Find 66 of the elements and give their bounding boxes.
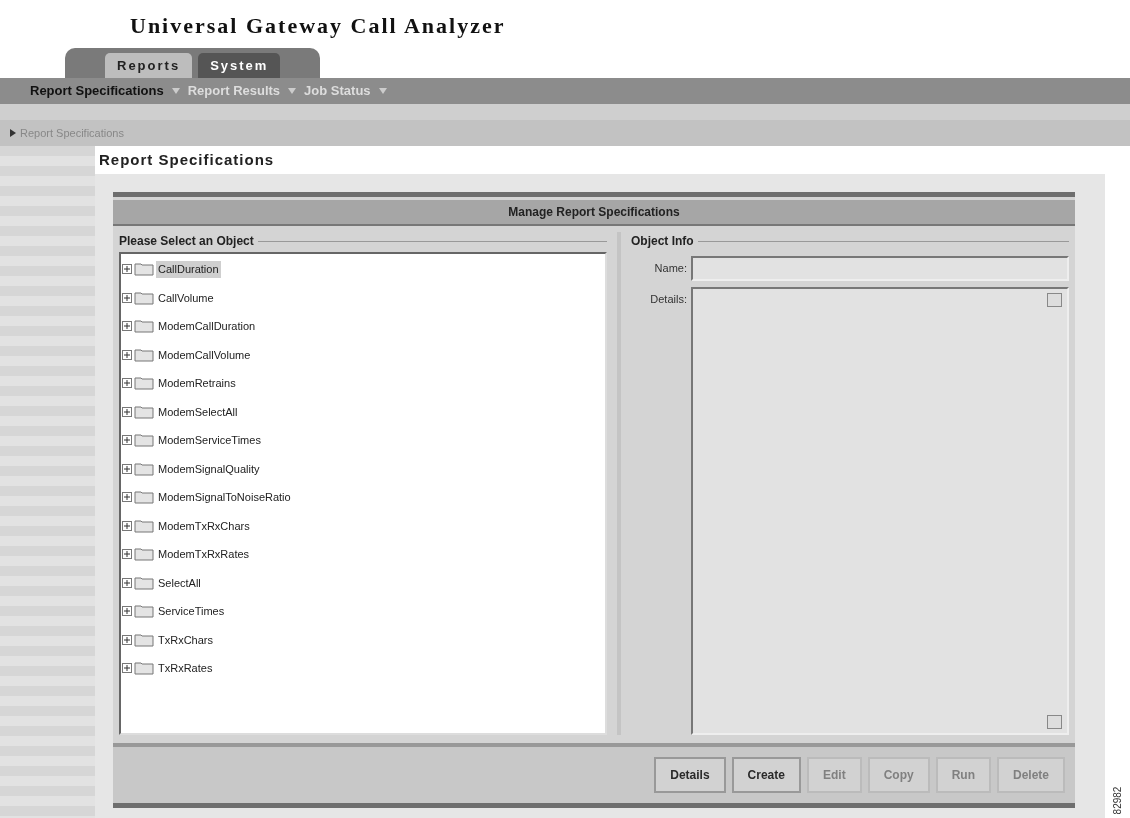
tree-item[interactable]: ModemServiceTimes [156,432,263,449]
page-heading: Report Specifications [99,149,275,170]
tab[interactable]: System [198,53,281,78]
tab[interactable]: Reports [105,53,193,78]
tree-item[interactable]: SelectAll [156,574,203,591]
tree-item[interactable]: ModemSignalToNoiseRatio [156,489,293,506]
tree-item[interactable]: ModemCallDuration [156,318,258,335]
plus-icon[interactable] [122,492,132,503]
tree-item[interactable]: CallVolume [156,289,216,306]
folder-icon [134,433,154,448]
caret-icon [378,88,387,94]
tree-item[interactable]: ServiceTimes [156,603,227,620]
plus-icon[interactable] [122,292,132,303]
panel-title: Manage Report Specifications [508,204,680,221]
tree-item[interactable]: ModemTxRxRates [156,546,252,563]
tree-item[interactable]: ModemCallVolume [156,346,253,363]
tree-legend: Please Select an Object [119,232,254,250]
folder-icon [134,404,154,419]
action-button[interactable]: Details [654,757,726,793]
tree-item[interactable]: ModemSignalQuality [156,460,262,477]
folder-icon [134,604,154,619]
folder-icon [134,347,154,362]
details-field[interactable] [691,287,1069,735]
folder-icon [134,518,154,533]
scroll-down-button[interactable] [1047,715,1062,729]
folder-icon [134,262,154,277]
plus-icon[interactable] [122,378,132,389]
arrow-icon [10,129,16,137]
action-button[interactable]: Create [731,757,801,793]
app-title: Universal Gateway Call Analyzer [130,12,506,40]
folder-icon [134,319,154,334]
plus-icon[interactable] [122,520,132,531]
plus-icon[interactable] [122,606,132,617]
details-label: Details: [649,292,688,307]
folder-icon [134,461,154,476]
tree-item[interactable]: ModemRetrains [156,375,238,392]
folder-icon [134,290,154,305]
plus-icon[interactable] [122,577,132,588]
tree-item[interactable]: TxRxChars [156,631,215,648]
caret-icon [171,88,180,94]
plus-icon[interactable] [122,321,132,332]
folder-icon [134,661,154,676]
plus-icon[interactable] [122,435,132,446]
menu-item[interactable]: Report Specifications [30,81,164,101]
tree-item[interactable]: ModemSelectAll [156,403,240,420]
folder-icon [134,575,154,590]
plus-icon[interactable] [122,406,132,417]
name-field[interactable] [691,256,1069,281]
tree-item[interactable]: TxRxRates [156,660,215,677]
folder-icon [134,490,154,505]
tree-item[interactable]: ModemTxRxChars [156,517,252,534]
name-label: Name: [653,261,688,277]
info-legend: Object Info [631,232,694,250]
folder-icon [134,632,154,647]
tree-item[interactable]: CallDuration [156,261,221,278]
caret-icon [288,88,297,94]
plus-icon[interactable] [122,634,132,645]
plus-icon[interactable] [122,264,132,275]
plus-icon[interactable] [122,349,132,360]
plus-icon[interactable] [122,549,132,560]
plus-icon[interactable] [122,463,132,474]
plus-icon[interactable] [122,663,132,674]
scroll-up-button[interactable] [1047,293,1062,307]
folder-icon [134,547,154,562]
folder-icon [134,376,154,391]
figure-number: 82982 [1111,786,1124,815]
